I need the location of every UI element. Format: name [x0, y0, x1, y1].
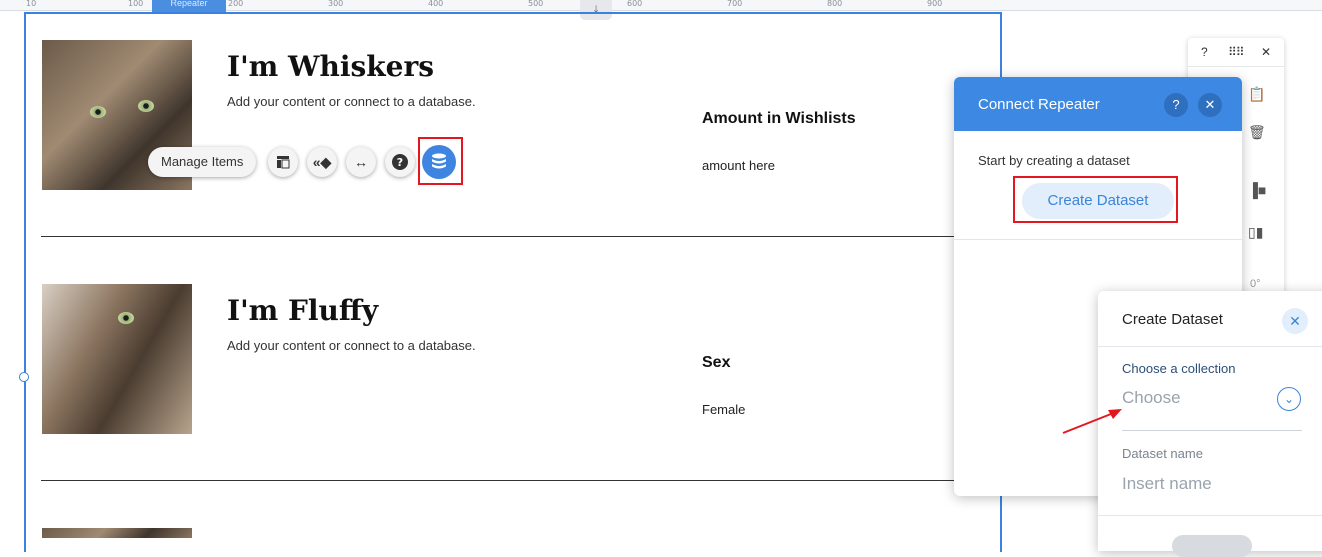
- close-icon[interactable]: ✕: [1282, 308, 1308, 334]
- ruler-number: 500: [528, 0, 544, 8]
- help-icon: ?: [392, 154, 408, 170]
- manage-items-button[interactable]: Manage Items: [148, 147, 257, 177]
- drag-handle-icon[interactable]: ⠿⠿: [1228, 45, 1245, 59]
- repeater-ruler-tab[interactable]: Repeater: [152, 0, 226, 12]
- cat-eye: [90, 106, 106, 118]
- item-title[interactable]: I'm Fluffy: [227, 294, 378, 327]
- ruler-number: 400: [428, 0, 444, 8]
- stretch-button[interactable]: ↔: [346, 147, 376, 177]
- help-button[interactable]: ?: [385, 147, 415, 177]
- rotation-value[interactable]: 0°: [1250, 278, 1261, 290]
- resize-handle[interactable]: [19, 372, 29, 382]
- connect-repeater-header: Connect Repeater ? ✕: [954, 77, 1242, 131]
- dropdown-underline: [1122, 430, 1302, 431]
- ruler-number: 600: [627, 0, 643, 8]
- item-description[interactable]: Add your content or connect to a databas…: [227, 338, 476, 353]
- item-field-label[interactable]: Sex: [702, 354, 730, 372]
- layout-icon: [277, 156, 290, 169]
- divider: [954, 239, 1242, 240]
- cat-image[interactable]: [42, 528, 192, 538]
- panel-title: Connect Repeater: [978, 96, 1100, 113]
- animation-button[interactable]: «◆: [307, 147, 337, 177]
- animation-icon: «◆: [312, 153, 332, 170]
- ruler-tab-label: Repeater: [170, 0, 208, 8]
- ruler-number: 700: [727, 0, 743, 8]
- item-title[interactable]: I'm Whiskers: [227, 50, 434, 83]
- item-divider: [41, 236, 956, 237]
- layout-button[interactable]: [268, 147, 298, 177]
- ruler-number: 800: [827, 0, 843, 8]
- ruler-number: 200: [228, 0, 244, 8]
- divider: [1098, 346, 1322, 347]
- item-field-value[interactable]: amount here: [702, 158, 775, 173]
- ruler-number: 900: [927, 0, 943, 8]
- svg-text:?: ?: [397, 156, 403, 169]
- divider: [1098, 515, 1322, 516]
- collection-label: Choose a collection: [1122, 361, 1236, 376]
- annotation-arrow-icon: [1062, 409, 1122, 434]
- highlight-box: [418, 137, 463, 185]
- item-field-label[interactable]: Amount in Wishlists: [702, 110, 856, 128]
- stretch-icon: ↔: [354, 154, 368, 170]
- cat-image[interactable]: [42, 284, 192, 434]
- ruler-number: 100: [128, 0, 144, 8]
- distribute-icon[interactable]: ▯▮: [1248, 224, 1263, 241]
- ruler-number: 10: [26, 0, 37, 8]
- ruler-number: 300: [328, 0, 344, 8]
- panel-title: Create Dataset: [1122, 311, 1223, 328]
- close-icon[interactable]: ✕: [1261, 45, 1271, 59]
- item-divider: [41, 480, 956, 481]
- create-dataset-panel: Create Dataset ✕ Choose a collection Cho…: [1098, 291, 1322, 557]
- collection-dropdown[interactable]: Choose: [1122, 388, 1181, 408]
- cat-eye: [138, 100, 154, 112]
- chevron-down-icon[interactable]: ⌄: [1277, 387, 1301, 411]
- side-panel-header: ? ⠿⠿ ✕: [1188, 38, 1284, 67]
- dataset-name-input[interactable]: Insert name: [1122, 474, 1212, 494]
- cat-eye: [118, 312, 134, 324]
- side-help-button[interactable]: ?: [1201, 45, 1208, 59]
- item-description[interactable]: Add your content or connect to a databas…: [227, 94, 476, 109]
- copy-icon[interactable]: 📋: [1248, 86, 1265, 103]
- item-field-value[interactable]: Female: [702, 402, 745, 417]
- highlight-box: [1013, 176, 1178, 223]
- align-icon[interactable]: ▐■: [1248, 182, 1266, 198]
- trash-icon[interactable]: 🗑: [1248, 124, 1266, 141]
- close-icon[interactable]: ✕: [1198, 93, 1222, 117]
- create-button[interactable]: [1172, 535, 1252, 557]
- panel-subtitle: Start by creating a dataset: [978, 153, 1130, 168]
- help-icon[interactable]: ?: [1164, 93, 1188, 117]
- dataset-name-label: Dataset name: [1122, 446, 1203, 461]
